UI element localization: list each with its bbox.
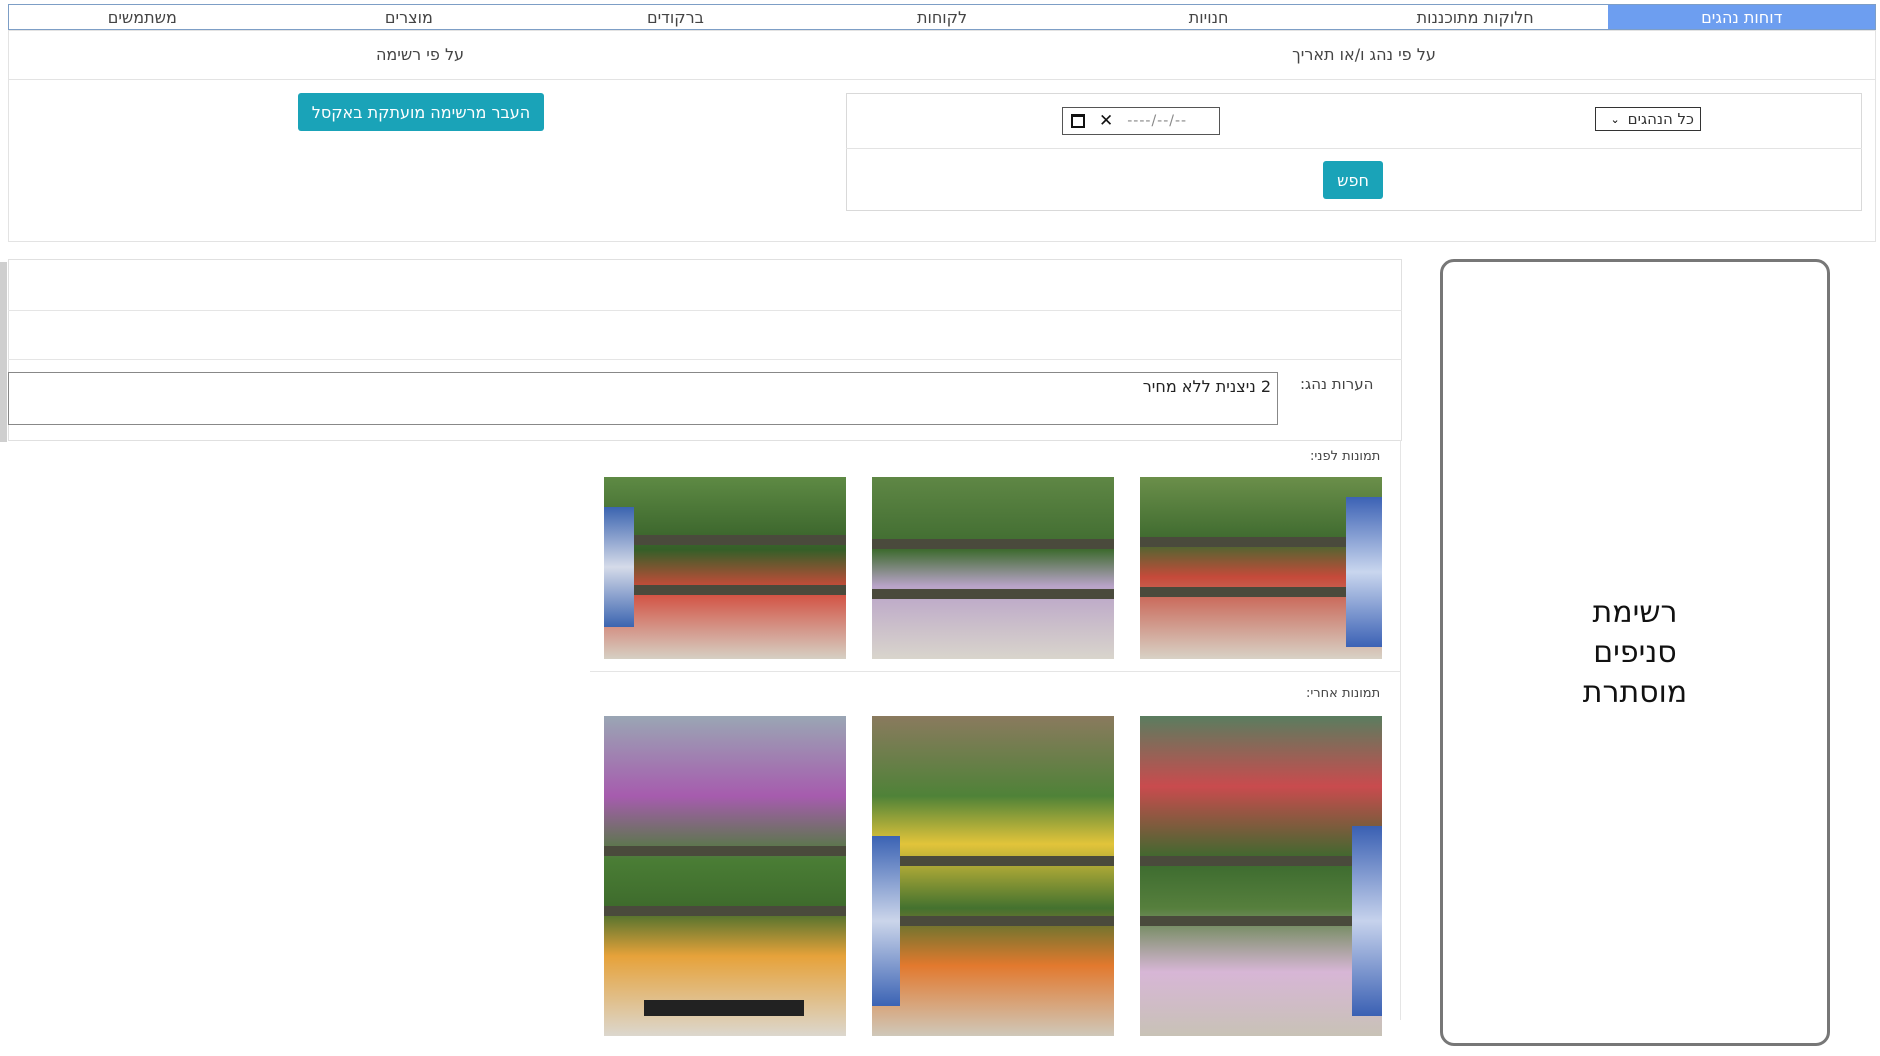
branches-panel-text: רשימת סניפים מוסתרת	[1582, 594, 1688, 710]
after-photo-3[interactable]	[604, 716, 846, 1036]
clear-icon[interactable]: ✕	[1099, 112, 1113, 130]
search-button[interactable]: חפש	[1323, 161, 1383, 199]
after-photo-2[interactable]	[872, 716, 1114, 1036]
scrollbar[interactable]	[0, 262, 7, 442]
chevron-down-icon: ⌄	[1610, 112, 1620, 126]
notes-label: הערות נהג:	[1300, 375, 1374, 393]
divider	[8, 359, 1402, 360]
before-photos-label: תמונות לפני:	[1310, 449, 1381, 464]
filter-header-row	[8, 30, 1876, 80]
date-placeholder: ----/--/--	[1127, 113, 1188, 129]
before-photo-2[interactable]	[872, 477, 1114, 659]
tab-barcodes[interactable]: ברקודים	[542, 5, 809, 29]
driver-select[interactable]: ⌄ כל הנהגים	[1595, 107, 1701, 131]
tab-planned-distributions[interactable]: חלוקות מתוכננות	[1342, 5, 1609, 29]
tab-driver-reports[interactable]: דוחות נהגים	[1608, 5, 1876, 29]
before-photo-3[interactable]	[604, 477, 846, 659]
before-photo-1[interactable]	[1140, 477, 1382, 659]
notes-field[interactable]: 2 ניצנית ללא מחיר	[8, 372, 1278, 425]
branches-panel: רשימת סניפים מוסתרת	[1440, 259, 1830, 1046]
tab-customers[interactable]: לקוחות	[809, 5, 1076, 29]
divider	[590, 671, 1400, 672]
date-input[interactable]: ✕ ----/--/--	[1062, 107, 1220, 135]
by-list-label: על פי רשימה	[375, 45, 465, 64]
tab-users[interactable]: משתמשים	[9, 5, 276, 29]
divider	[846, 148, 1862, 149]
export-excel-button[interactable]: העבר מרשימה מועתקת באקסל	[298, 93, 544, 131]
after-photo-1[interactable]	[1140, 716, 1382, 1036]
after-photos-label: תמונות אחרי:	[1306, 686, 1381, 701]
calendar-icon[interactable]	[1071, 114, 1085, 128]
tab-stores[interactable]: חנויות	[1075, 5, 1342, 29]
driver-select-value: כל הנהגים	[1627, 110, 1694, 128]
divider	[1400, 440, 1401, 1020]
tab-products[interactable]: מוצרים	[276, 5, 543, 29]
by-driver-date-label: על פי נהג ו/או תאריך	[1292, 45, 1436, 64]
divider	[8, 310, 1402, 311]
top-nav: משתמשים מוצרים ברקודים לקוחות חנויות חלו…	[8, 4, 1876, 30]
